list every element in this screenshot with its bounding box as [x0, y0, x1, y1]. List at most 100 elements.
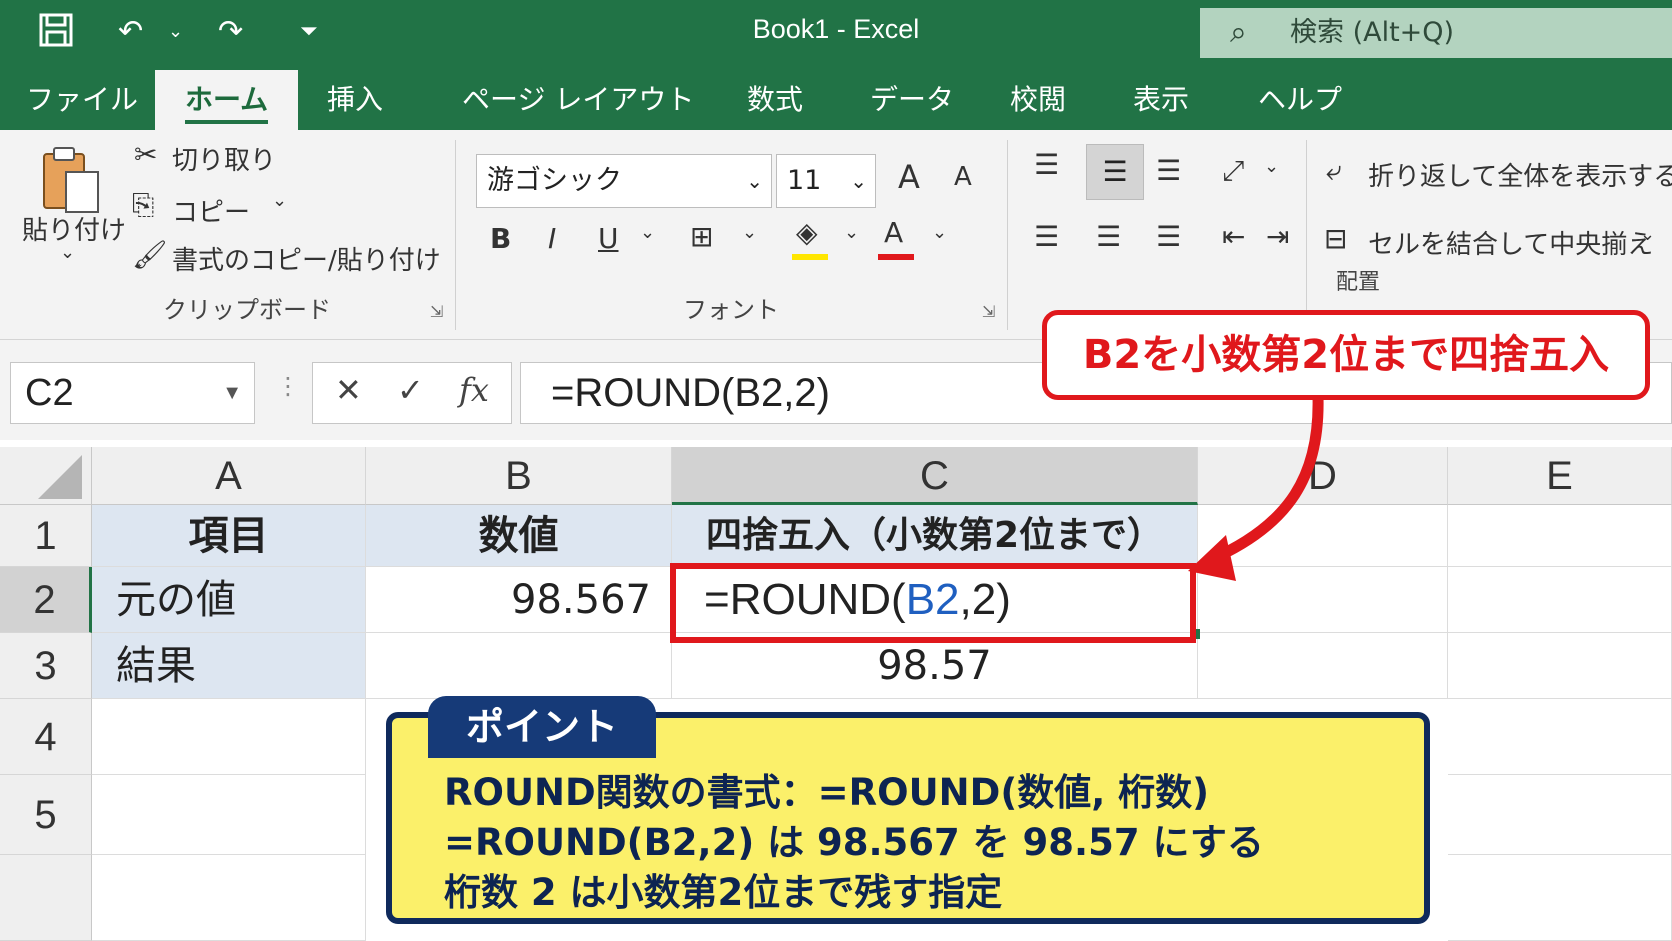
- merge-center-button[interactable]: セルを結合して中央揃え: [1368, 224, 1653, 261]
- tab-help[interactable]: ヘルプ: [1258, 78, 1342, 118]
- tab-insert[interactable]: 挿入: [327, 78, 383, 118]
- paste-icon[interactable]: [40, 144, 104, 220]
- underline-button[interactable]: U: [598, 222, 619, 255]
- format-painter-button[interactable]: 書式のコピー/貼り付け: [172, 240, 441, 277]
- align-center-icon[interactable]: ☰: [1096, 220, 1121, 253]
- bold-button[interactable]: B: [490, 222, 511, 255]
- row-header-1[interactable]: 1: [0, 505, 92, 567]
- separator: [1007, 140, 1008, 330]
- font-size-select[interactable]: 11 ⌄: [776, 154, 876, 208]
- tab-home[interactable]: ホーム: [155, 70, 299, 130]
- chevron-down-icon: ⌄: [850, 169, 867, 193]
- paste-dropdown-icon[interactable]: ⌄: [60, 242, 75, 263]
- highlight-box: [670, 563, 1196, 643]
- tab-page-layout[interactable]: ページ レイアウト: [462, 78, 694, 118]
- orientation-icon[interactable]: ⤢: [1222, 154, 1244, 188]
- more-options-icon[interactable]: ⋮: [276, 372, 300, 400]
- chevron-down-icon: ▼: [222, 382, 242, 404]
- cell-a1[interactable]: 項目: [92, 505, 366, 567]
- font-color-icon[interactable]: A: [884, 216, 903, 249]
- copy-button[interactable]: コピー: [172, 192, 250, 229]
- tab-formulas[interactable]: 数式: [747, 78, 803, 118]
- merge-dropdown-icon[interactable]: ⌄: [1640, 224, 1655, 245]
- fill-color-dropdown-icon[interactable]: ⌄: [844, 222, 859, 243]
- shrink-font-icon[interactable]: A: [954, 162, 972, 192]
- align-left-icon[interactable]: ☰: [1034, 220, 1059, 253]
- point-line-3: 桁数 2 は小数第2位まで残す指定: [444, 871, 1003, 914]
- borders-dropdown-icon[interactable]: ⌄: [742, 222, 757, 243]
- row-header-6[interactable]: [0, 855, 92, 941]
- align-middle-icon[interactable]: ☰: [1086, 144, 1144, 200]
- tab-view[interactable]: 表示: [1133, 78, 1189, 118]
- cell-e3[interactable]: [1448, 633, 1672, 699]
- align-right-icon[interactable]: ☰: [1156, 220, 1181, 253]
- cell-d3[interactable]: [1198, 633, 1448, 699]
- font-launcher-icon[interactable]: ⇲: [982, 302, 995, 321]
- column-header-a[interactable]: A: [92, 447, 366, 505]
- cell-b3[interactable]: [366, 633, 672, 699]
- cell-a6[interactable]: [92, 855, 366, 941]
- title-bar: ↶ ⌄ ↷ ⏷ Book1 - Excel ⌕ 検索 (Alt+Q): [0, 0, 1672, 64]
- cut-button[interactable]: 切り取り: [172, 140, 276, 177]
- fill-color-icon[interactable]: ◈: [796, 216, 818, 249]
- cell-a4[interactable]: [92, 699, 366, 775]
- cut-icon[interactable]: ✂: [134, 138, 157, 171]
- column-header-b[interactable]: B: [366, 447, 672, 505]
- cell-c1[interactable]: 四捨五入（小数第2位まで）: [672, 505, 1198, 567]
- copy-dropdown-icon[interactable]: ⌄: [272, 190, 287, 211]
- grow-font-icon[interactable]: A: [898, 158, 920, 196]
- cell-e2[interactable]: [1448, 567, 1672, 633]
- cell-e1[interactable]: [1448, 505, 1672, 567]
- merge-center-icon[interactable]: ⊟: [1324, 222, 1347, 255]
- cell-e6[interactable]: [1448, 855, 1672, 941]
- borders-icon[interactable]: ⊞: [690, 220, 713, 253]
- row-header-5[interactable]: 5: [0, 775, 92, 855]
- wrap-text-button[interactable]: 折り返して全体を表示する: [1368, 156, 1672, 193]
- select-all-button[interactable]: [0, 447, 92, 505]
- alignment-group-label: 配置: [1336, 270, 1381, 295]
- format-painter-icon[interactable]: 🖌: [132, 238, 168, 271]
- font-name-select[interactable]: 游ゴシック ⌄: [476, 154, 772, 208]
- row-header-3[interactable]: 3: [0, 633, 92, 699]
- orientation-dropdown-icon[interactable]: ⌄: [1264, 156, 1279, 177]
- insert-function-icon[interactable]: fx: [459, 371, 489, 409]
- cell-e4[interactable]: [1448, 699, 1672, 775]
- wrap-text-icon[interactable]: ⤶: [1326, 154, 1342, 188]
- decrease-indent-icon[interactable]: ⇤: [1222, 220, 1245, 253]
- font-name-value: 游ゴシック: [487, 165, 622, 196]
- cell-a3[interactable]: 結果: [92, 633, 366, 699]
- formula-buttons: ✕ ✓ fx: [312, 362, 512, 424]
- align-bottom-icon[interactable]: ☰: [1156, 154, 1181, 187]
- name-box[interactable]: C2 ▼: [10, 362, 255, 424]
- tab-data[interactable]: データ: [870, 78, 954, 118]
- row-header-2[interactable]: 2: [0, 567, 92, 633]
- cell-b2[interactable]: 98.567: [366, 567, 672, 633]
- font-color-dropdown-icon[interactable]: ⌄: [932, 222, 947, 243]
- separator: [1306, 140, 1307, 330]
- clipboard-launcher-icon[interactable]: ⇲: [430, 302, 443, 321]
- align-top-icon[interactable]: ☰: [1034, 148, 1059, 181]
- search-placeholder: 検索 (Alt+Q): [1290, 17, 1455, 48]
- cell-a5[interactable]: [92, 775, 366, 855]
- chevron-down-icon: ⌄: [746, 169, 763, 193]
- copy-icon[interactable]: ⎘: [132, 188, 154, 222]
- cell-a2[interactable]: 元の値: [92, 567, 366, 633]
- point-line-1: ROUND関数の書式：=ROUND(数値, 桁数): [444, 771, 1210, 814]
- underline-dropdown-icon[interactable]: ⌄: [640, 222, 655, 243]
- ribbon-tabs: ファイル ホーム 挿入 ページ レイアウト 数式 データ 校閲 表示 ヘルプ: [0, 64, 1672, 130]
- increase-indent-icon[interactable]: ⇥: [1266, 220, 1289, 253]
- row-header-4[interactable]: 4: [0, 699, 92, 775]
- cancel-icon[interactable]: ✕: [335, 371, 362, 409]
- column-header-e[interactable]: E: [1448, 447, 1672, 505]
- italic-button[interactable]: I: [548, 222, 556, 255]
- tab-file[interactable]: ファイル: [26, 78, 138, 118]
- search-input[interactable]: ⌕ 検索 (Alt+Q): [1200, 8, 1672, 58]
- callout-label: B2を小数第2位まで四捨五入: [1042, 310, 1650, 400]
- pointer-arrow: [1188, 395, 1324, 581]
- ribbon: 貼り付け ⌄ ✂ 切り取り ⎘ コピー ⌄ 🖌 書式のコピー/貼り付け クリップ…: [0, 130, 1672, 340]
- cell-e5[interactable]: [1448, 775, 1672, 855]
- cell-b1[interactable]: 数値: [366, 505, 672, 567]
- tab-review[interactable]: 校閲: [1010, 78, 1066, 118]
- enter-icon[interactable]: ✓: [397, 371, 424, 409]
- column-header-c[interactable]: C: [672, 447, 1198, 505]
